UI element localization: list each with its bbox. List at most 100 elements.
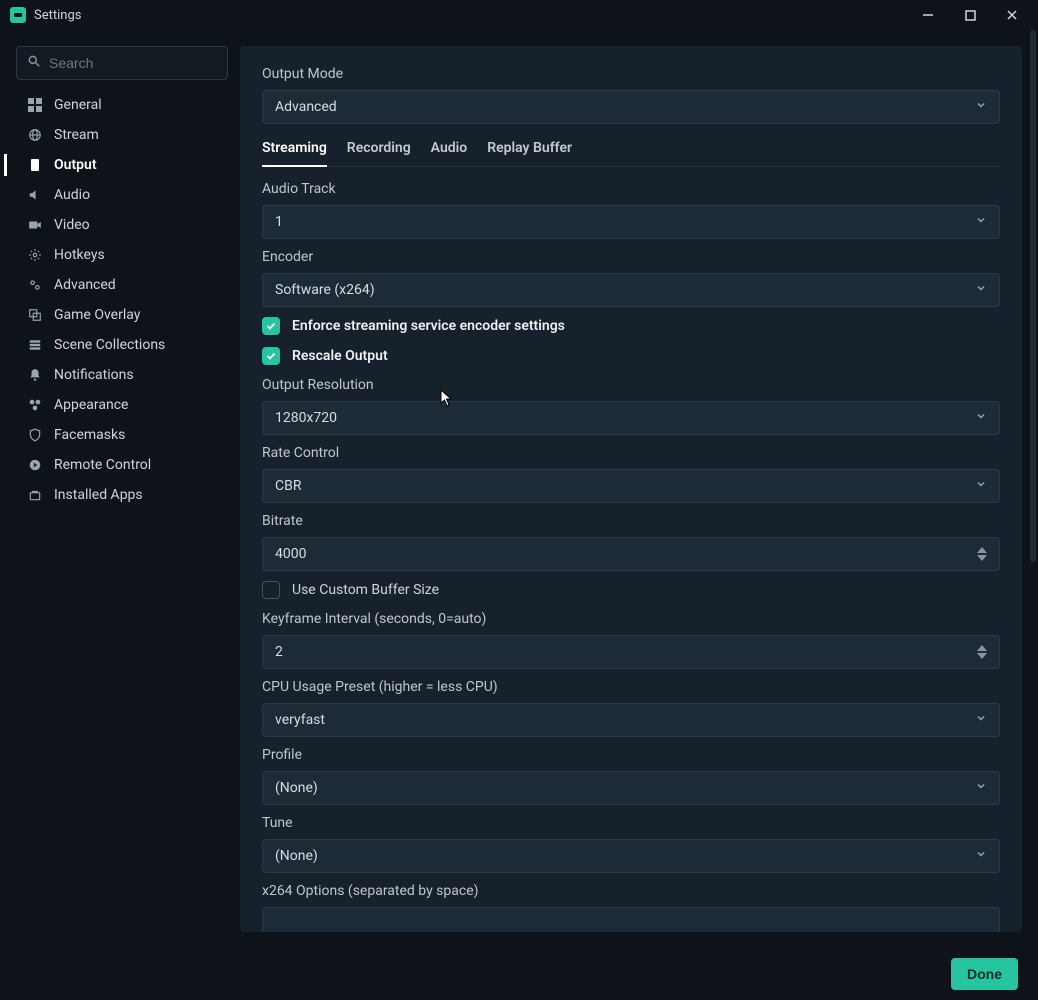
sidebar-item-installed-apps[interactable]: Installed Apps <box>4 480 228 510</box>
spinner-icon[interactable] <box>977 640 993 664</box>
resolution-value: 1280x720 <box>275 410 337 426</box>
sidebar-item-label: Installed Apps <box>54 487 143 503</box>
sidebar-item-remote-control[interactable]: Remote Control <box>4 450 228 480</box>
rescale-output-label: Rescale Output <box>292 348 388 364</box>
encoder-label: Encoder <box>262 249 1000 265</box>
remote-icon <box>26 458 44 472</box>
keyframe-label: Keyframe Interval (seconds, 0=auto) <box>262 611 1000 627</box>
appearance-icon <box>26 398 44 412</box>
shield-icon <box>26 428 44 442</box>
x264-options-label: x264 Options (separated by space) <box>262 883 1000 899</box>
chevron-down-icon <box>975 410 987 426</box>
audio-track-value: 1 <box>275 214 283 230</box>
tab-replay-buffer[interactable]: Replay Buffer <box>487 134 572 166</box>
output-mode-value: Advanced <box>275 99 337 115</box>
sidebar-item-general[interactable]: General <box>4 90 228 120</box>
sidebar-item-output[interactable]: Output <box>4 150 228 180</box>
minimize-button[interactable] <box>914 3 942 27</box>
collections-icon <box>26 338 44 352</box>
custom-buffer-row[interactable]: Use Custom Buffer Size <box>262 581 1000 599</box>
chevron-down-icon <box>975 214 987 230</box>
profile-select[interactable]: (None) <box>262 771 1000 805</box>
done-button[interactable]: Done <box>951 958 1018 990</box>
rescale-output-checkbox[interactable] <box>262 347 280 365</box>
resolution-label: Output Resolution <box>262 377 1000 393</box>
sidebar-item-facemasks[interactable]: Facemasks <box>4 420 228 450</box>
chevron-down-icon <box>975 282 987 298</box>
resolution-select[interactable]: 1280x720 <box>262 401 1000 435</box>
settings-panel: Output Mode Advanced Streaming Recording… <box>240 46 1022 932</box>
audio-track-select[interactable]: 1 <box>262 205 1000 239</box>
sidebar-item-label: Output <box>54 157 97 173</box>
audio-track-label: Audio Track <box>262 181 1000 197</box>
sidebar-item-appearance[interactable]: Appearance <box>4 390 228 420</box>
rate-control-select[interactable]: CBR <box>262 469 1000 503</box>
close-button[interactable] <box>998 3 1026 27</box>
overlay-icon <box>26 308 44 322</box>
search-input-container[interactable] <box>16 46 228 80</box>
bitrate-label: Bitrate <box>262 513 1000 529</box>
enforce-encoder-checkbox[interactable] <box>262 317 280 335</box>
tune-select[interactable]: (None) <box>262 839 1000 873</box>
apps-icon <box>26 488 44 502</box>
maximize-button[interactable] <box>956 3 984 27</box>
chevron-down-icon <box>975 99 987 115</box>
tab-streaming[interactable]: Streaming <box>262 134 327 166</box>
custom-buffer-checkbox[interactable] <box>262 581 280 599</box>
grid-icon <box>26 98 44 112</box>
footer: Done <box>0 948 1038 1000</box>
sidebar-item-label: Audio <box>54 187 90 203</box>
titlebar: Settings <box>0 0 1038 30</box>
sidebar-item-video[interactable]: Video <box>4 210 228 240</box>
cpu-preset-select[interactable]: veryfast <box>262 703 1000 737</box>
tab-audio[interactable]: Audio <box>431 134 468 166</box>
encoder-select[interactable]: Software (x264) <box>262 273 1000 307</box>
spinner-icon[interactable] <box>977 542 993 566</box>
output-icon <box>26 158 44 172</box>
sidebar-item-label: Video <box>54 217 90 233</box>
sidebar-item-game-overlay[interactable]: Game Overlay <box>4 300 228 330</box>
enforce-encoder-label: Enforce streaming service encoder settin… <box>292 318 565 334</box>
encoder-value: Software (x264) <box>275 282 375 298</box>
sidebar-item-label: Scene Collections <box>54 337 165 353</box>
app-icon <box>10 7 26 23</box>
sidebar-item-notifications[interactable]: Notifications <box>4 360 228 390</box>
chevron-down-icon <box>975 478 987 494</box>
tune-label: Tune <box>262 815 1000 831</box>
bitrate-value: 4000 <box>275 546 306 562</box>
globe-icon <box>26 128 44 142</box>
video-icon <box>26 218 44 232</box>
sidebar-item-label: General <box>54 97 102 113</box>
gears-icon <box>26 278 44 292</box>
output-mode-select[interactable]: Advanced <box>262 90 1000 124</box>
sidebar-item-label: Remote Control <box>54 457 151 473</box>
rate-control-value: CBR <box>275 478 301 494</box>
tab-recording[interactable]: Recording <box>347 134 411 166</box>
search-icon <box>27 54 41 72</box>
output-mode-label: Output Mode <box>262 66 1000 82</box>
bitrate-input[interactable]: 4000 <box>262 537 1000 571</box>
cpu-preset-label: CPU Usage Preset (higher = less CPU) <box>262 679 1000 695</box>
search-input[interactable] <box>49 55 217 71</box>
bell-icon <box>26 368 44 382</box>
scrollbar[interactable] <box>1030 30 1036 948</box>
hotkeys-icon <box>26 248 44 262</box>
sidebar-item-label: Game Overlay <box>54 307 140 323</box>
sidebar-item-scene-collections[interactable]: Scene Collections <box>4 330 228 360</box>
rescale-output-row[interactable]: Rescale Output <box>262 347 1000 365</box>
sidebar-item-hotkeys[interactable]: Hotkeys <box>4 240 228 270</box>
sidebar-item-stream[interactable]: Stream <box>4 120 228 150</box>
keyframe-value: 2 <box>275 644 283 660</box>
keyframe-input[interactable]: 2 <box>262 635 1000 669</box>
enforce-encoder-row[interactable]: Enforce streaming service encoder settin… <box>262 317 1000 335</box>
sidebar-item-label: Hotkeys <box>54 247 105 263</box>
sidebar-item-audio[interactable]: Audio <box>4 180 228 210</box>
cpu-preset-value: veryfast <box>275 712 325 728</box>
sidebar-item-advanced[interactable]: Advanced <box>4 270 228 300</box>
x264-options-input[interactable] <box>262 907 1000 932</box>
chevron-down-icon <box>975 848 987 864</box>
sidebar-item-label: Stream <box>54 127 99 143</box>
tune-value: (None) <box>275 848 318 864</box>
sidebar: General Stream Output Audio Video Hotkey… <box>0 30 240 948</box>
chevron-down-icon <box>975 780 987 796</box>
